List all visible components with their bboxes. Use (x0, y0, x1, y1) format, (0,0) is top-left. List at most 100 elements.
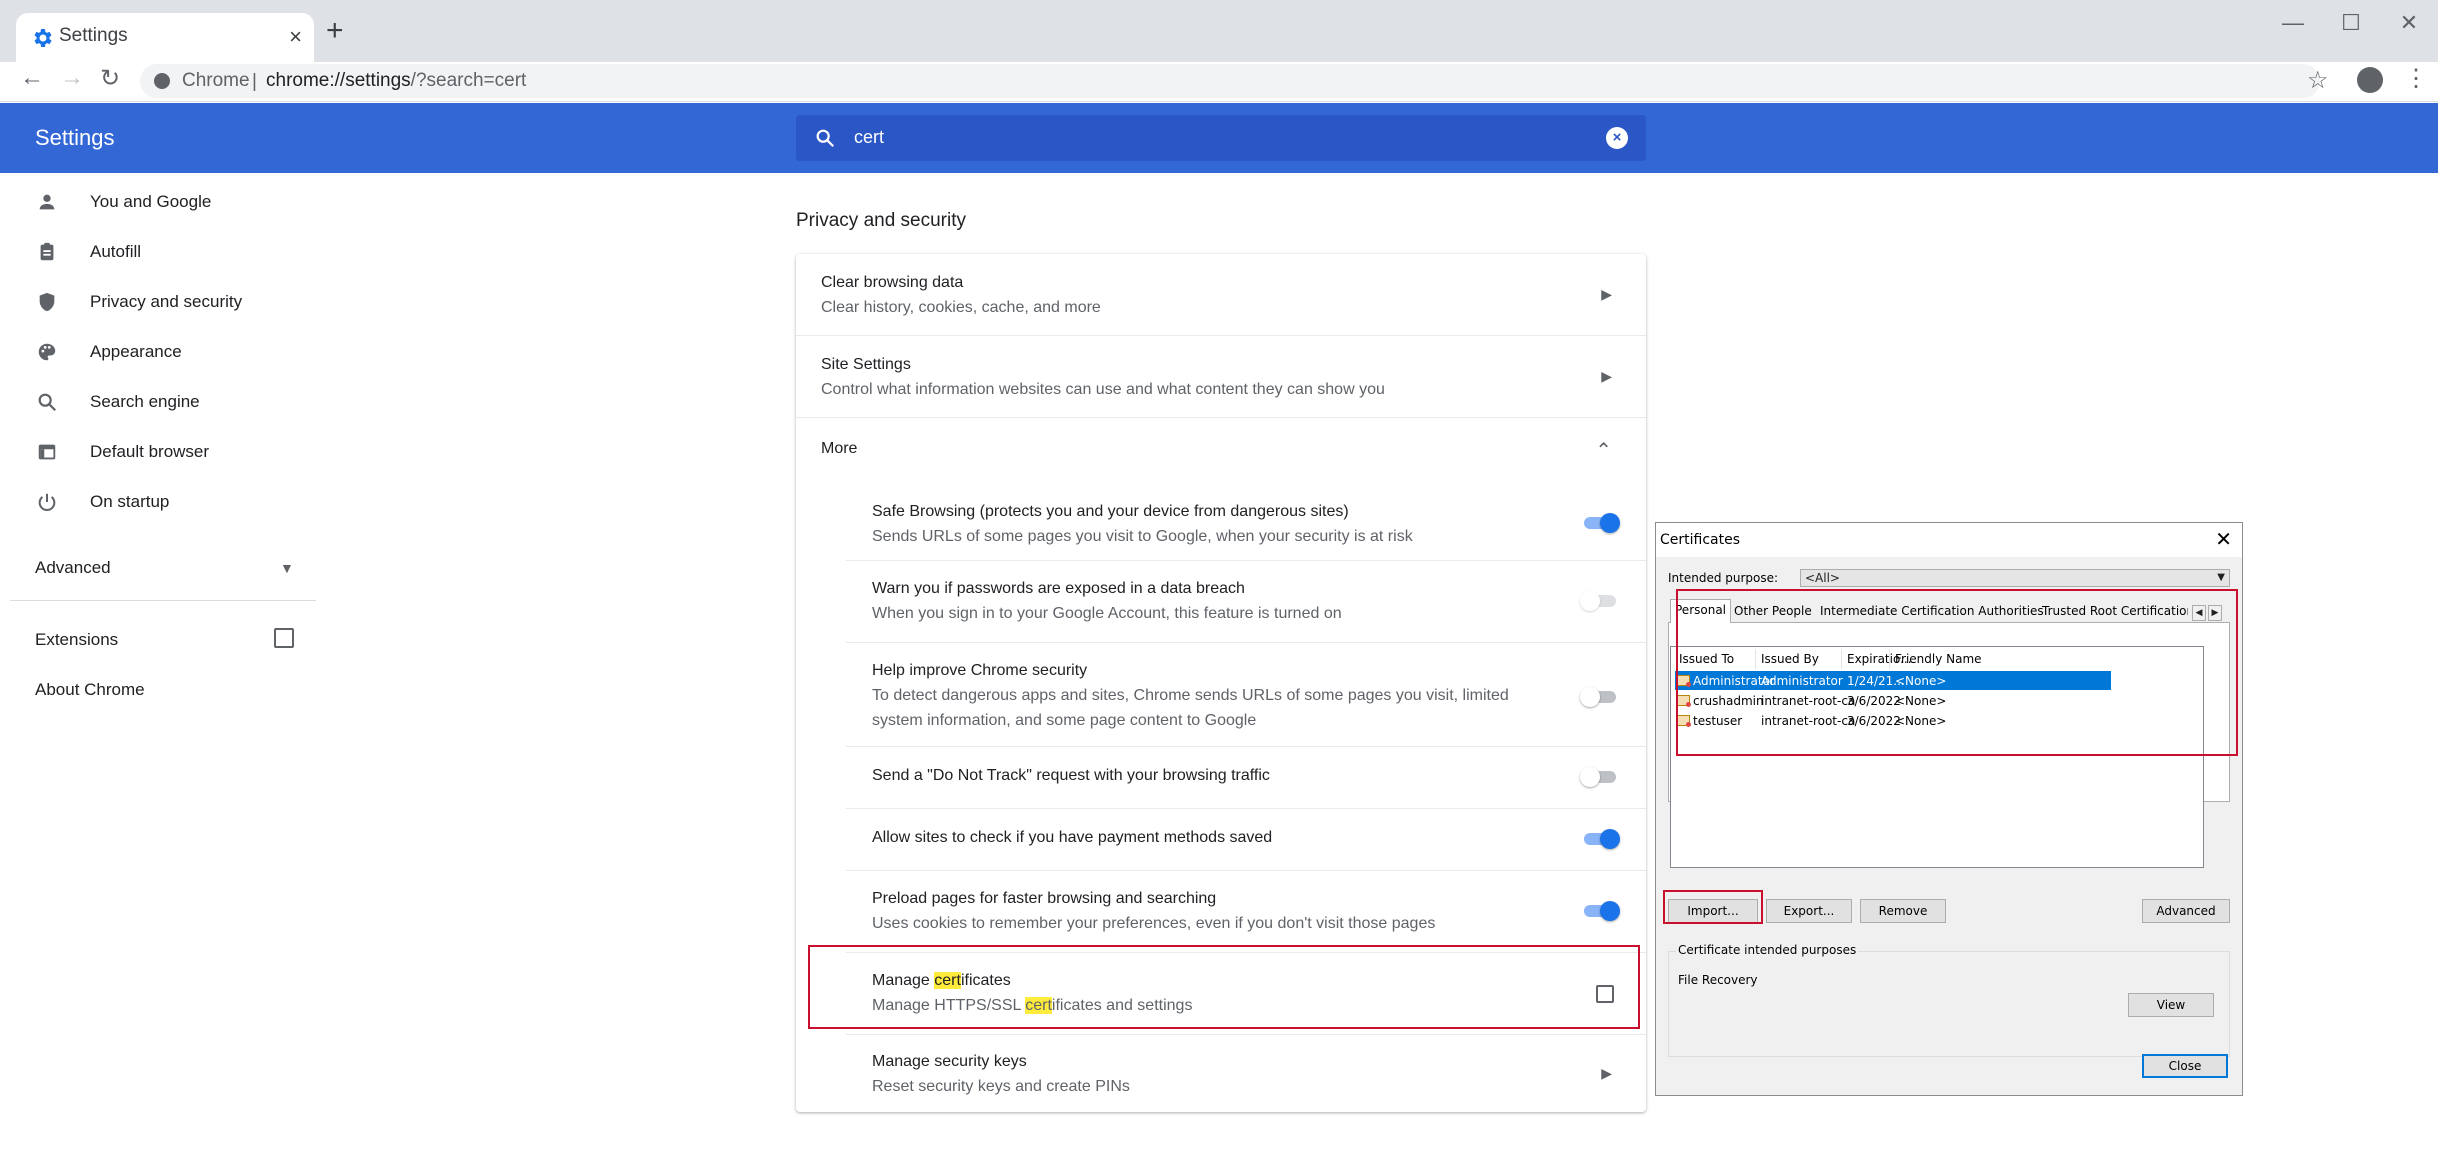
intended-purpose-label: Intended purpose: (1668, 571, 1779, 585)
bookmark-star-icon[interactable]: ☆ (2307, 66, 2329, 95)
shield-icon (39, 292, 55, 312)
row-subtitle-line2: system information, and some page conten… (872, 712, 1257, 729)
safe-browsing-toggle[interactable] (1580, 513, 1620, 533)
row-subtitle: Uses cookies to remember your preference… (872, 915, 1436, 932)
preload-pages-toggle[interactable] (1580, 901, 1620, 921)
annotation-box (1676, 589, 2238, 756)
window-close-button[interactable]: ✕ (2384, 10, 2434, 36)
sidebar-item-default-browser[interactable]: Default browser (0, 430, 320, 474)
chevron-up-icon[interactable]: ⌃ (1595, 438, 1612, 463)
sidebar-item-you-and-google[interactable]: You and Google (0, 180, 320, 224)
more-expander[interactable]: More ⌃ (796, 418, 1646, 482)
remove-button[interactable]: Remove (1860, 899, 1946, 923)
annotation-box (1663, 890, 1763, 924)
search-icon (38, 393, 57, 412)
row-subtitle: Control what information websites can us… (821, 381, 1385, 398)
security-keys-row[interactable]: Manage security keys Reset security keys… (796, 1035, 1646, 1112)
external-link-icon[interactable] (274, 628, 294, 648)
row-title: Help improve Chrome security (872, 662, 1088, 679)
palette-icon (38, 343, 56, 361)
sidebar-item-label: Appearance (90, 342, 182, 361)
tab-settings[interactable]: Settings × (16, 13, 314, 62)
sidebar-item-appearance[interactable]: Appearance (0, 330, 320, 374)
sidebar-item-label: Search engine (90, 392, 200, 411)
forward-button[interactable]: → (60, 64, 84, 92)
sidebar-item-on-startup[interactable]: On startup (0, 480, 320, 524)
settings-title: Settings (35, 125, 115, 150)
browser-icon (38, 444, 56, 460)
settings-search-input[interactable]: cert (854, 127, 884, 148)
browser-toolbar: ← → ↻ Chrome | chrome://settings/?search… (0, 62, 2438, 102)
tab-title: Settings (59, 25, 128, 46)
sidebar-extensions[interactable]: Extensions (35, 630, 118, 650)
url-host: chrome://settings (266, 70, 411, 91)
row-title: Allow sites to check if you have payment… (872, 829, 1273, 846)
section-title: Privacy and security (796, 210, 967, 231)
dialog-close-button[interactable]: Close (2142, 1054, 2228, 1078)
password-breach-toggle[interactable] (1580, 591, 1620, 611)
preload-pages-row[interactable]: Preload pages for faster browsing and se… (796, 871, 1646, 951)
dialog-title: Certificates (1660, 532, 1741, 548)
help-improve-row[interactable]: Help improve Chrome security To detect d… (796, 643, 1646, 745)
arrow-right-icon: ▶ (1601, 286, 1612, 302)
intended-purposes-value: File Recovery (1678, 973, 1758, 987)
sidebar-item-label: Default browser (90, 442, 210, 461)
tab-strip: Settings × + — ☐ ✕ (0, 0, 2438, 62)
clear-browsing-data-row[interactable]: Clear browsing data Clear history, cooki… (796, 254, 1646, 334)
sidebar-about-chrome[interactable]: About Chrome (35, 680, 145, 700)
sidebar-advanced[interactable]: Advanced (35, 558, 111, 578)
chevron-down-icon[interactable]: ▼ (280, 560, 294, 576)
clipboard-icon (40, 242, 54, 261)
omnibox-separator: | (252, 71, 257, 92)
address-bar[interactable]: Chrome | chrome://settings/?search=cert (140, 64, 2320, 98)
row-title: Site Settings (821, 356, 911, 373)
new-tab-button[interactable]: + (326, 16, 344, 46)
row-subtitle: Clear history, cookies, cache, and more (821, 299, 1101, 316)
row-title: Clear browsing data (821, 274, 964, 291)
row-subtitle: When you sign in to your Google Account,… (872, 605, 1342, 622)
tab-close-icon[interactable]: × (289, 24, 302, 50)
row-subtitle: Reset security keys and create PINs (872, 1078, 1130, 1095)
maximize-button[interactable]: ☐ (2326, 10, 2376, 36)
payment-methods-toggle[interactable] (1580, 829, 1620, 849)
do-not-track-toggle[interactable] (1580, 767, 1620, 787)
row-title: Safe Browsing (protects you and your dev… (872, 503, 1349, 520)
minimize-button[interactable]: — (2268, 10, 2318, 36)
payment-methods-row[interactable]: Allow sites to check if you have payment… (796, 809, 1646, 869)
help-improve-toggle[interactable] (1580, 687, 1620, 707)
sidebar-divider (10, 600, 316, 601)
intended-purpose-select[interactable]: <All> ▼ (1800, 569, 2230, 587)
safe-browsing-row[interactable]: Safe Browsing (protects you and your dev… (796, 482, 1646, 560)
sidebar-item-search-engine[interactable]: Search engine (0, 380, 320, 424)
back-button[interactable]: ← (20, 64, 44, 92)
profile-avatar[interactable] (2357, 67, 2383, 93)
row-title: Preload pages for faster browsing and se… (872, 890, 1217, 907)
person-icon (39, 194, 55, 210)
export-button[interactable]: Export... (1766, 899, 1852, 923)
password-breach-row[interactable]: Warn you if passwords are exposed in a d… (796, 561, 1646, 641)
row-subtitle: Sends URLs of some pages you visit to Go… (872, 528, 1413, 545)
chrome-menu-icon[interactable]: ⋮ (2404, 64, 2428, 93)
sidebar-item-label: On startup (90, 492, 170, 511)
advanced-button[interactable]: Advanced (2142, 899, 2230, 923)
sidebar-item-autofill[interactable]: Autofill (0, 230, 320, 274)
clear-search-icon[interactable]: × (1606, 127, 1628, 149)
omnibox-chip: Chrome (182, 70, 250, 91)
view-button[interactable]: View (2128, 993, 2214, 1017)
row-subtitle: To detect dangerous apps and sites, Chro… (872, 687, 1509, 704)
sidebar-item-privacy[interactable]: Privacy and security (0, 280, 320, 324)
dialog-close-icon[interactable]: ✕ (2215, 527, 2232, 551)
settings-search-box[interactable]: cert × (796, 115, 1646, 161)
row-title: Manage security keys (872, 1053, 1027, 1070)
site-settings-row[interactable]: Site Settings Control what information w… (796, 336, 1646, 416)
chrome-icon (154, 73, 170, 89)
search-icon (816, 129, 835, 148)
reload-button[interactable]: ↻ (100, 64, 120, 93)
sidebar-item-label: You and Google (90, 192, 212, 211)
omnibox-url[interactable]: chrome://settings/?search=cert (266, 70, 526, 92)
annotation-box (808, 945, 1640, 1029)
row-title: Warn you if passwords are exposed in a d… (872, 580, 1245, 597)
arrow-right-icon: ▶ (1601, 368, 1612, 384)
select-value: <All> (1805, 571, 1840, 585)
do-not-track-row[interactable]: Send a "Do Not Track" request with your … (796, 747, 1646, 807)
